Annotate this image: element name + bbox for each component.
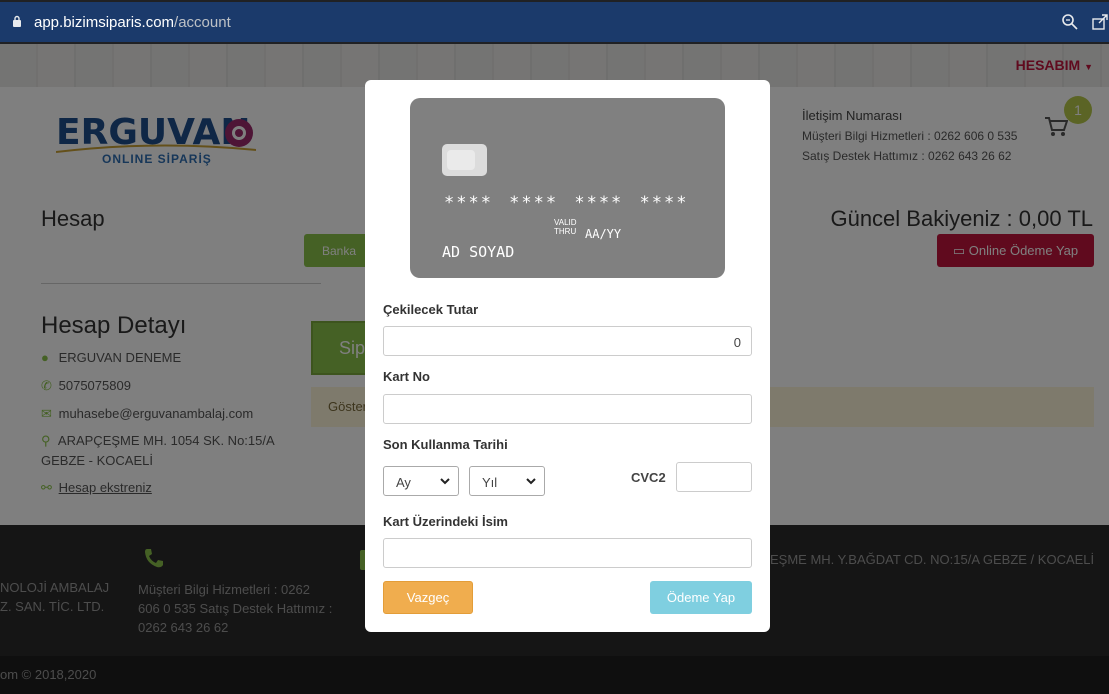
valid-thru-label: VALID THRU xyxy=(554,218,577,236)
chevron-down-icon xyxy=(440,478,450,485)
address-bar[interactable]: app.bizimsiparis.com/account xyxy=(0,2,1109,42)
credit-card-preview: **** **** **** **** VALID THRU AA/YY AD … xyxy=(410,98,725,278)
cancel-button-label: Vazgeç xyxy=(406,590,450,605)
share-icon[interactable] xyxy=(1091,13,1109,31)
expiry-label: Son Kullanma Tarihi xyxy=(383,437,508,452)
card-holder-preview: AD SOYAD xyxy=(442,243,515,261)
expiry-year-select[interactable]: Yıl xyxy=(469,466,545,496)
card-chip-icon xyxy=(442,144,487,176)
thru-label: THRU xyxy=(554,227,577,236)
amount-value: 0 xyxy=(733,335,741,350)
lock-icon xyxy=(13,15,21,27)
card-number-preview: **** **** **** **** xyxy=(444,193,689,213)
chevron-down-icon xyxy=(526,478,536,485)
url-path: /account xyxy=(174,14,231,31)
cvc-input[interactable] xyxy=(676,462,752,492)
card-name-label: Kart Üzerindeki İsim xyxy=(383,514,508,529)
card-expiry-preview: AA/YY xyxy=(585,227,622,241)
browser-bar: app.bizimsiparis.com/account xyxy=(0,0,1109,44)
cancel-button[interactable]: Vazgeç xyxy=(383,581,473,614)
expiry-month-value: Ay xyxy=(396,475,411,490)
card-chip-inner xyxy=(447,150,475,170)
cvc-label: CVC2 xyxy=(631,470,666,485)
card-number-label: Kart No xyxy=(383,369,430,384)
payment-modal: **** **** **** **** VALID THRU AA/YY AD … xyxy=(365,80,770,632)
url-domain: app.bizimsiparis.com xyxy=(34,14,175,31)
valid-label: VALID xyxy=(554,218,577,227)
expiry-month-select[interactable]: Ay xyxy=(383,466,459,496)
amount-input[interactable]: 0 xyxy=(383,326,752,356)
card-number-input[interactable] xyxy=(383,394,752,424)
card-name-input[interactable] xyxy=(383,538,752,568)
expiry-year-value: Yıl xyxy=(482,475,498,490)
pay-button-label: Ödeme Yap xyxy=(666,590,736,605)
zoom-icon[interactable] xyxy=(1061,13,1079,31)
pay-button[interactable]: Ödeme Yap xyxy=(650,581,752,614)
url-text: app.bizimsiparis.com/account xyxy=(34,14,231,31)
amount-label: Çekilecek Tutar xyxy=(383,302,479,317)
